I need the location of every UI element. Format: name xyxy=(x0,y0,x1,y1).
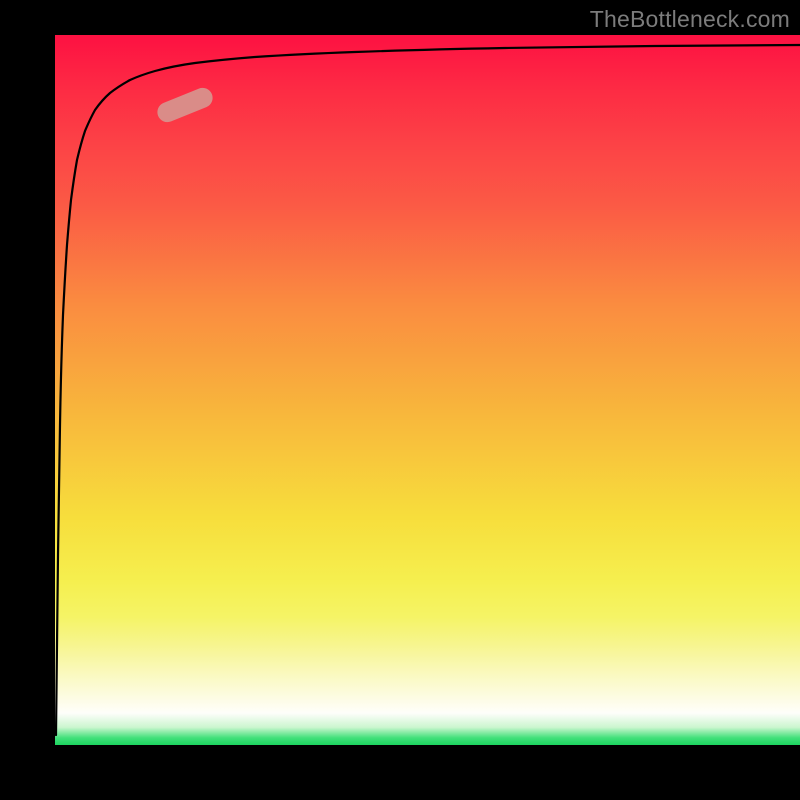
bottleneck-curve xyxy=(56,45,800,735)
curve-svg xyxy=(55,35,800,745)
chart-stage: TheBottleneck.com xyxy=(0,0,800,800)
watermark-text: TheBottleneck.com xyxy=(590,6,790,33)
plot-area xyxy=(55,35,800,745)
